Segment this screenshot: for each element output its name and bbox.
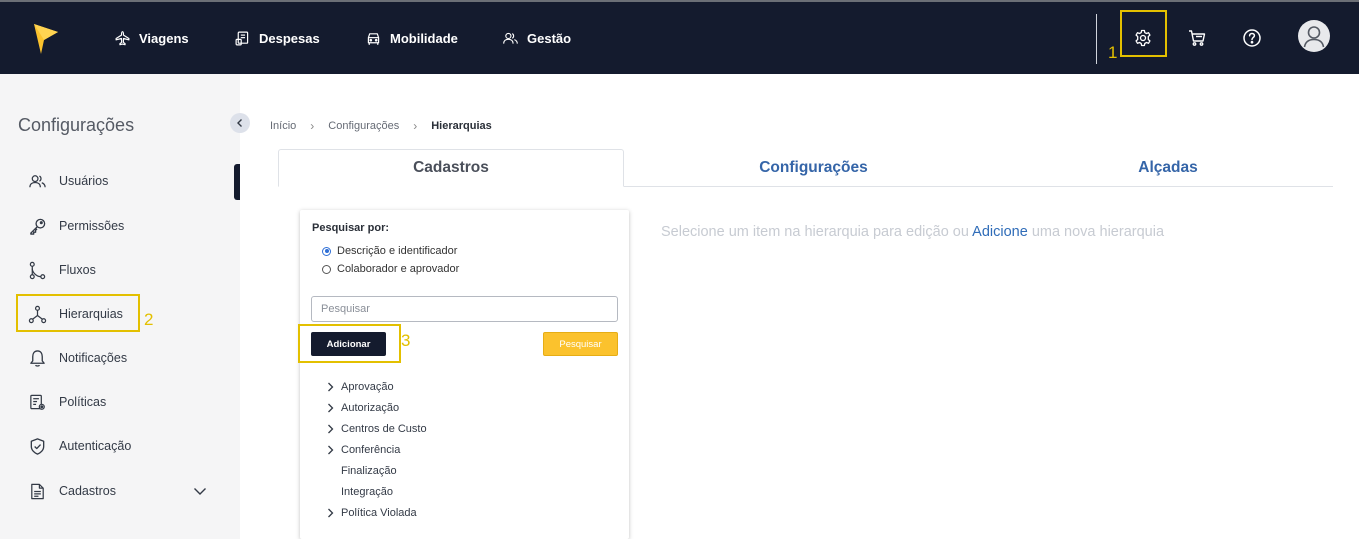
avatar-icon [1303,26,1325,48]
radio-label: Colaborador e aprovador [337,263,460,275]
highlight-box-hierarquias [16,294,140,332]
bell-icon [30,349,45,367]
user-avatar[interactable] [1298,20,1330,52]
help-icon [1243,29,1261,47]
radio-descricao[interactable]: Descrição e identificador [322,245,457,257]
nav-viagens[interactable]: Viagens [114,28,189,48]
annotation-number-2: 2 [144,310,154,329]
tree-item-integracao[interactable]: Integração [326,484,393,500]
hierarchy-search-panel: Pesquisar por: Descrição e identificador… [300,210,629,539]
tree-item-label: Conferência [341,444,401,456]
highlight-box-add [298,324,401,363]
receipt-icon [235,31,249,45]
breadcrumb-current: Hierarquias [431,120,492,132]
policy-icon [30,394,45,410]
tree-item-label: Finalização [341,465,397,477]
sidebar-item-label: Permissões [59,219,125,233]
sidebar-item-label: Usuários [59,174,109,188]
sidebar-item-label: Fluxos [59,263,96,277]
tree-item-autorizacao[interactable]: Autorização [326,400,399,416]
nav-mobilidade-label: Mobilidade [390,30,458,46]
tree-item-label: Autorização [341,402,400,414]
nav-gestao[interactable]: Gestão [502,28,571,48]
annotation-number-1: 1 [1108,43,1118,62]
nav-viagens-label: Viagens [139,30,189,46]
chevron-right-icon[interactable] [326,424,341,434]
tab-configuracoes[interactable]: Configurações [624,149,1003,187]
tree-item-aprovacao[interactable]: Aprovação [326,379,394,395]
annotation-number-3: 3 [401,331,411,350]
empty-state-hint: Selecione um item na hierarquia para edi… [661,224,1164,240]
document-icon [31,483,44,499]
cart-button[interactable] [1185,26,1209,50]
nav-despesas-label: Despesas [259,30,320,46]
add-hierarchy-link[interactable]: Adicione [972,224,1028,240]
nav-gestao-label: Gestão [527,30,572,46]
tab-cadastros[interactable]: Cadastros [278,149,624,187]
sidebar-item-notificacoes[interactable]: Notificações [28,347,127,369]
cart-icon [1189,30,1206,46]
tree-item-centros-de-custo[interactable]: Centros de Custo [326,421,427,437]
flow-icon [29,261,46,279]
chevron-right-icon[interactable] [326,403,341,413]
highlight-box-settings [1120,10,1167,57]
sidebar-item-label: Autenticação [59,439,132,453]
sidebar-item-autenticacao[interactable]: Autenticação [28,435,131,457]
sidebar-title: Configurações [18,115,135,135]
radio-button-checked[interactable] [322,246,331,256]
nav-mobilidade[interactable]: Mobilidade [365,28,458,48]
topbar-divider [1096,14,1097,64]
radio-label: Descrição e identificador [337,245,458,257]
users-icon [29,174,46,187]
tree-item-label: Integração [341,486,393,498]
tree-item-politica-violada[interactable]: Política Violada [326,505,417,521]
breadcrumb-configuracoes[interactable]: Configurações [328,120,399,132]
chevron-right-icon[interactable] [326,508,341,518]
sidebar-item-cadastros[interactable]: Cadastros [28,480,116,502]
sidebar-scroll-indicator [234,164,240,200]
sidebar-item-permissoes[interactable]: Permissões [28,215,124,237]
breadcrumb-separator-icon: › [413,119,418,133]
hint-text-after: uma nova hierarquia [1031,224,1165,240]
sidebar-item-usuarios[interactable]: Usuários [28,170,108,192]
search-by-label: Pesquisar por: [312,222,390,234]
collapse-sidebar-button[interactable] [230,113,250,133]
chevron-down-icon[interactable] [193,484,207,498]
sidebar-item-label: Políticas [59,395,107,409]
breadcrumb: Início › Configurações › Hierarquias [270,119,492,133]
tree-item-label: Política Violada [341,507,417,519]
tab-alcadas[interactable]: Alçadas [1003,149,1333,187]
tree-item-finalizacao[interactable]: Finalização [326,463,397,479]
sidebar-item-politicas[interactable]: Políticas [28,391,106,413]
sidebar-item-fluxos[interactable]: Fluxos [28,259,96,281]
airplane-icon [115,30,130,45]
search-button[interactable]: Pesquisar [543,332,618,356]
help-button[interactable] [1240,26,1264,50]
chevron-right-icon[interactable] [326,445,341,455]
app-logo-icon[interactable] [32,20,60,56]
tree-item-conferencia[interactable]: Conferência [326,442,400,458]
tree-item-label: Centros de Custo [341,423,427,435]
radio-button[interactable] [322,264,331,274]
users-icon [503,32,518,44]
chevron-left-icon [237,119,242,127]
car-icon [367,32,380,45]
shield-icon [30,437,45,455]
tree-item-label: Aprovação [341,381,394,393]
nav-despesas[interactable]: Despesas [234,28,320,48]
breadcrumb-inicio[interactable]: Início [270,120,296,132]
chevron-right-icon[interactable] [326,382,341,392]
breadcrumb-separator-icon: › [310,119,315,133]
radio-colaborador[interactable]: Colaborador e aprovador [322,263,459,275]
sidebar-item-label: Notificações [59,351,128,365]
search-input[interactable] [311,296,618,322]
key-icon [30,218,46,235]
hint-text-before: Selecione um item na hierarquia para edi… [661,224,969,240]
sidebar-item-label: Cadastros [59,484,116,498]
